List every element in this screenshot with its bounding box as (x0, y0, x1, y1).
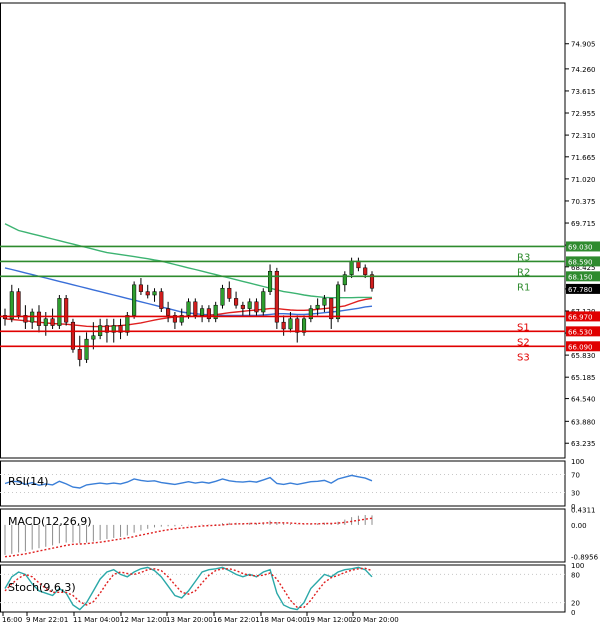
macd-panel: MACD(12,26,9) 0.4311 0.00 -0.8956 (0, 507, 599, 563)
stoch-title: Stoch(9,6,3) (8, 581, 76, 594)
candle-body (268, 270, 273, 292)
main-panel: 74.905 74.260 73.615 72.955 72.310 71.665 71.0… (0, 2, 600, 459)
candle-body (363, 267, 368, 275)
candle-body (77, 349, 82, 360)
pivot-price-tag-label: 68.590 (568, 258, 593, 266)
price-tick-label: 73.615 (571, 88, 596, 96)
candle-body (152, 291, 157, 296)
candle-body (206, 308, 211, 320)
pivot-label-s3: S3 (517, 352, 530, 363)
pivot-price-tag-label: 66.090 (568, 343, 593, 351)
price-tick-label: 71.665 (571, 154, 596, 162)
price-tick-label: 64.540 (571, 396, 596, 404)
candle-body (240, 304, 245, 309)
x-tick-label: 13 Mar 20:00 (166, 616, 213, 624)
price-tick-label: 74.260 (571, 66, 596, 74)
pivot-price-tag-label: 69.030 (568, 243, 593, 251)
candle-body (301, 318, 307, 333)
candle-body (281, 321, 286, 330)
stoch-panel: Stoch(9,6,3) 10080 200 (0, 562, 584, 617)
candle-body (295, 318, 300, 333)
rsi-tick-label: 70 (571, 472, 580, 480)
candle-body (9, 291, 14, 320)
candle-body (247, 301, 252, 309)
pivot-price-tag-label: 68.150 (568, 273, 593, 281)
candle-body (220, 287, 225, 306)
rsi-panel: RSI(14)10070300 (0, 458, 584, 511)
rsi-title: RSI(14) (8, 475, 48, 488)
pivot-price-tag-label: 66.530 (568, 328, 593, 336)
candle-body (193, 301, 198, 316)
macd-title: MACD(12,26,9) (8, 515, 92, 528)
stoch-tick-label: 20 (571, 600, 580, 608)
price-tick-label: 63.880 (571, 418, 596, 426)
rsi-tick-label: 100 (571, 458, 584, 466)
price-tick-label: 71.020 (571, 176, 596, 184)
candle-body (91, 335, 96, 340)
candle-body (50, 318, 55, 326)
x-tick-label: 19 Mar 12:00 (306, 616, 353, 624)
candle-body (57, 298, 62, 326)
current-price-label: 67.780 (568, 286, 593, 294)
candle-body (308, 308, 313, 320)
candle-body (145, 291, 150, 296)
candle-body (84, 338, 89, 360)
macd-tick-label: 0.00 (571, 522, 587, 530)
candle-body (234, 298, 239, 306)
candle-body (254, 301, 259, 313)
candle-body (43, 318, 48, 326)
x-axis: 16:00 9 Mar 22:01 11 Mar 04:00 12 Mar 12:00… (2, 612, 399, 624)
rsi-tick-label: 30 (571, 490, 580, 498)
rsi-frame (0, 460, 566, 507)
price-tick-label: 74.905 (571, 41, 596, 49)
stoch-tick-label: 80 (571, 571, 580, 579)
candle-body (64, 298, 69, 323)
x-tick-label: 18 Mar 04:00 (260, 616, 307, 624)
candle-body (36, 311, 42, 326)
price-tick-label: 65.185 (571, 374, 596, 382)
candle-body (315, 304, 320, 309)
candle-body (200, 308, 205, 316)
stoch-tick-label: 100 (571, 562, 584, 570)
candle-body (288, 318, 293, 330)
main-frame (0, 2, 566, 459)
candle-body (70, 321, 76, 350)
x-tick-label: 9 Mar 22:01 (26, 616, 68, 624)
candle-body (125, 315, 130, 333)
price-tick-label: 65.830 (571, 352, 596, 360)
x-tick-label: 16:00 (2, 616, 22, 624)
candle-body (322, 298, 327, 306)
price-tick-label: 69.715 (571, 220, 596, 228)
macd-tick-label: -0.8956 (571, 554, 599, 562)
candle-body (349, 260, 354, 275)
price-tick-label: 63.235 (571, 440, 596, 448)
stoch-tick-label: 0 (571, 609, 575, 617)
x-tick-label: 11 Mar 04:00 (73, 616, 120, 624)
candle-body (16, 291, 21, 316)
pivot-price-tag-label: 66.970 (568, 313, 593, 321)
price-tick-label: 72.955 (571, 110, 596, 118)
candle-body (132, 284, 137, 316)
candle-body (138, 284, 143, 292)
candle-body (227, 287, 232, 299)
candle-body (166, 308, 171, 316)
chart-canvas: 74.905 74.260 73.615 72.955 72.310 71.665 71.0… (0, 2, 600, 624)
candle-body (261, 291, 266, 313)
price-tick-label: 72.310 (571, 132, 596, 140)
x-tick-label: 16 Mar 22:01 (213, 616, 260, 624)
candle-body (186, 301, 191, 316)
pivot-label-r1: R1 (517, 282, 530, 293)
candle-body (159, 291, 164, 309)
candle-body (274, 270, 279, 323)
macd-tick-label: 0.4311 (571, 507, 596, 515)
candle-body (335, 284, 341, 320)
x-tick-label: 12 Mar 12:00 (120, 616, 167, 624)
x-tick-label: 20 Mar 20:00 (352, 616, 399, 624)
price-tick-label: 70.375 (571, 198, 596, 206)
